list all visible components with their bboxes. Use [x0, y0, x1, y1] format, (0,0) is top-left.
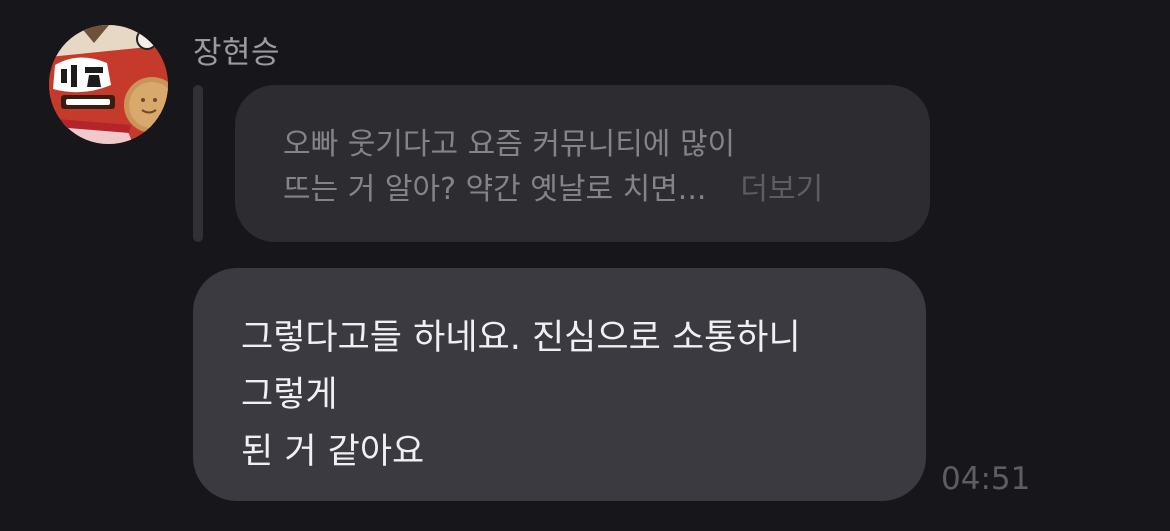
- message-timestamp: 04:51: [941, 461, 1031, 497]
- see-more-button[interactable]: 더보기: [740, 172, 823, 207]
- reply-preview-line-2-text: 뜨는 거 알아? 약간 옛날로 치면...: [283, 172, 707, 207]
- sender-avatar[interactable]: [49, 25, 168, 144]
- sender-name: 장현승: [193, 35, 281, 71]
- message-bubble[interactable]: 그렇다고들 하네요. 진심으로 소통하니 그렇게 된 거 같아요: [193, 268, 926, 501]
- message-line-3: 된 거 같아요: [241, 432, 425, 472]
- reply-preview-line-1: 오빠 웃기다고 요즘 커뮤니티에 많이: [283, 127, 736, 162]
- reply-preview-line-2: 뜨는 거 알아? 약간 옛날로 치면... 더보기: [283, 167, 890, 212]
- reply-preview-bubble[interactable]: 오빠 웃기다고 요즘 커뮤니티에 많이 뜨는 거 알아? 약간 옛날로 치면..…: [235, 85, 930, 242]
- avatar-image: [49, 25, 168, 144]
- message-line-2: 그렇게: [241, 375, 338, 415]
- message-line-1: 그렇다고들 하네요. 진심으로 소통하니: [241, 318, 801, 358]
- reply-quote-bar: [193, 85, 203, 242]
